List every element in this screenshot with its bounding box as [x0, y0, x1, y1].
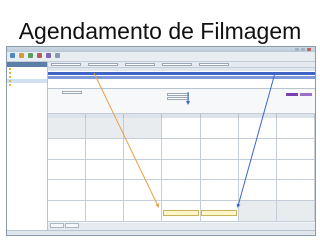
- calendar-day-cell[interactable]: [86, 118, 125, 139]
- table-row[interactable]: [48, 75, 315, 79]
- slide-title: Agendamento de Filmagem: [18, 18, 302, 44]
- folder-icon: [9, 84, 11, 86]
- application-window: [6, 46, 316, 236]
- calendar-day-cell[interactable]: [238, 138, 277, 160]
- detail-panel: [48, 89, 315, 114]
- calendar-day-cell[interactable]: [124, 159, 163, 181]
- calendar-day-cell[interactable]: [86, 138, 125, 160]
- people-icon[interactable]: [28, 53, 33, 58]
- calendar-day-cell[interactable]: [276, 159, 315, 181]
- calendar-month-view: [48, 114, 315, 222]
- calendar-day-cell[interactable]: [200, 159, 239, 181]
- appointment[interactable]: [163, 210, 199, 216]
- calendar-day-cell[interactable]: [48, 138, 87, 160]
- calendar-day-cell[interactable]: [48, 180, 87, 202]
- folder-icon: [9, 72, 11, 74]
- calendar-day-cell[interactable]: [124, 180, 163, 202]
- calendar-day-cell[interactable]: [86, 201, 125, 222]
- calendar-day-cell[interactable]: [276, 118, 315, 139]
- sidebar: [7, 62, 48, 230]
- calendar-day-cell[interactable]: [162, 159, 201, 181]
- calendar-day-cell[interactable]: [238, 159, 277, 181]
- detail-field[interactable]: [167, 97, 189, 100]
- calendar-day-cell[interactable]: [86, 180, 125, 202]
- calendar-day-cell[interactable]: [162, 180, 201, 202]
- calendar-day-cell[interactable]: [124, 201, 163, 222]
- calendar-day-cell[interactable]: [162, 138, 201, 160]
- filter-field[interactable]: [88, 63, 118, 66]
- calendar-day-cell[interactable]: [86, 159, 125, 181]
- settings-icon[interactable]: [55, 53, 60, 58]
- calendar-day-cell[interactable]: [238, 180, 277, 202]
- primary-button[interactable]: [286, 93, 298, 96]
- camera-icon[interactable]: [37, 53, 42, 58]
- records-table: [48, 68, 315, 89]
- calendar-day-cell[interactable]: [48, 159, 87, 181]
- calendar-day-cell[interactable]: [200, 118, 239, 139]
- filter-field[interactable]: [51, 63, 81, 66]
- detail-field[interactable]: [62, 91, 82, 94]
- calendar-day-cell[interactable]: [200, 180, 239, 202]
- main-panel: [48, 62, 315, 230]
- toolbar: [7, 52, 315, 62]
- calendar-day-cell[interactable]: [48, 201, 87, 222]
- folder-icon: [9, 80, 11, 82]
- close-icon[interactable]: [307, 48, 311, 51]
- status-bar: [7, 230, 315, 235]
- calendar-day-cell[interactable]: [276, 180, 315, 202]
- calendar-day-cell[interactable]: [276, 138, 315, 160]
- calendar-day-cell[interactable]: [238, 118, 277, 139]
- secondary-button[interactable]: [300, 93, 312, 96]
- minimize-icon[interactable]: [295, 48, 299, 51]
- filter-field[interactable]: [125, 63, 155, 66]
- folder-icon: [9, 68, 11, 70]
- filter-field[interactable]: [199, 63, 229, 66]
- calendar-icon[interactable]: [19, 53, 24, 58]
- calendar-day-cell[interactable]: [124, 138, 163, 160]
- filter-field[interactable]: [162, 63, 192, 66]
- maximize-icon[interactable]: [301, 48, 305, 51]
- calendar-day-cell[interactable]: [200, 138, 239, 160]
- bottom-tab[interactable]: [50, 223, 64, 228]
- film-icon[interactable]: [46, 53, 51, 58]
- bottom-tabs: [48, 223, 315, 230]
- calendar-day-cell[interactable]: [124, 118, 163, 139]
- sidebar-item[interactable]: [7, 83, 47, 87]
- calendar-day-cell[interactable]: [162, 118, 201, 139]
- calendar-day-cell[interactable]: [238, 201, 277, 222]
- bottom-tab[interactable]: [65, 223, 79, 228]
- calendar-day-cell[interactable]: [276, 201, 315, 222]
- table-header: [48, 68, 315, 71]
- home-icon[interactable]: [10, 53, 15, 58]
- folder-icon: [9, 76, 11, 78]
- calendar-day-cell[interactable]: [48, 118, 87, 139]
- detail-field[interactable]: [167, 93, 189, 96]
- appointment[interactable]: [201, 210, 237, 216]
